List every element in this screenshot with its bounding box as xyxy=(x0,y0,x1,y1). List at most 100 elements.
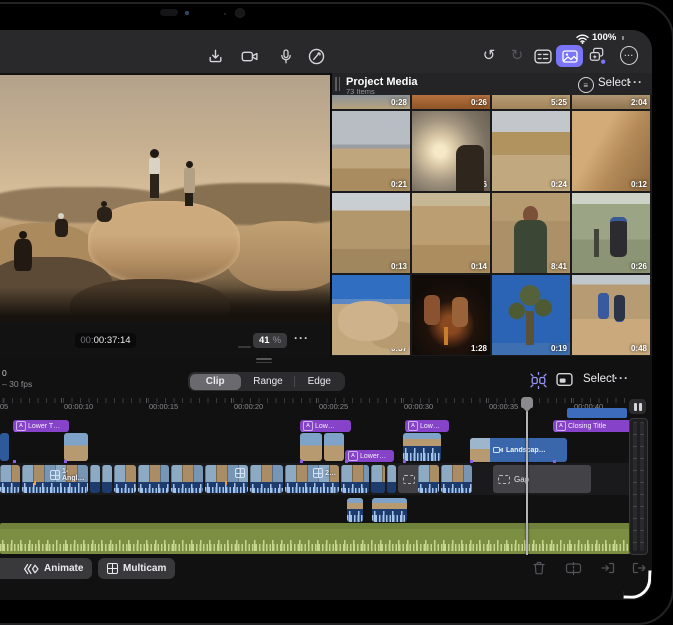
segment-edge[interactable]: Edge xyxy=(294,372,345,391)
title-badge: A xyxy=(408,421,418,431)
multicam-grid-icon xyxy=(313,468,323,478)
media-thumbnail[interactable]: 0:26 xyxy=(412,111,490,191)
inspector-icon[interactable] xyxy=(534,47,552,65)
import-icon[interactable] xyxy=(206,47,224,65)
media-thumbnail[interactable]: 0:48 xyxy=(572,275,650,355)
timeline-select-button[interactable]: Select xyxy=(583,373,615,385)
title-clip[interactable]: ALow… xyxy=(405,420,449,432)
title-clip[interactable]: ALow… xyxy=(300,420,351,432)
playhead-line xyxy=(526,410,528,555)
timeline-clip-multicam[interactable]: 1-Angl… xyxy=(22,465,88,493)
timeline-more-button[interactable]: ··· xyxy=(614,371,629,385)
split-clip-icon[interactable] xyxy=(565,560,581,576)
timeline-clip[interactable] xyxy=(441,465,472,493)
enhance-clip-icon[interactable] xyxy=(529,371,548,395)
animate-button[interactable]: Animate xyxy=(14,558,92,579)
timeline-gap-clip[interactable]: Gap xyxy=(493,465,591,493)
browser-more-button[interactable]: ··· xyxy=(628,75,643,89)
filter-icon[interactable]: ≡ xyxy=(578,77,594,93)
timeline-resize-handle[interactable] xyxy=(256,358,272,360)
timeline-vertical-scrollbar[interactable] xyxy=(629,418,648,555)
timeline-clip[interactable] xyxy=(102,465,112,493)
timeline-resize-handle[interactable] xyxy=(256,362,272,364)
timeline-clip-multicam[interactable]: 2… xyxy=(285,465,339,493)
title-clip[interactable]: AClosing Title xyxy=(553,420,631,432)
timeline-clip[interactable] xyxy=(387,465,396,493)
device-corner-highlight xyxy=(624,570,652,600)
media-thumbnail[interactable]: 5:25 xyxy=(492,95,570,109)
multicam-button[interactable]: Multicam xyxy=(98,558,175,579)
timeline-clip[interactable] xyxy=(250,465,283,493)
timecode-display[interactable]: 00:00:37:14 xyxy=(75,333,136,348)
timeline-clip-multicam[interactable] xyxy=(205,465,248,493)
ruler-label: 00:00:10 xyxy=(64,402,93,411)
media-thumbnail[interactable]: 0:24 xyxy=(492,111,570,191)
bezel-mic xyxy=(224,13,226,15)
viewer-more-button[interactable]: ··· xyxy=(294,331,309,345)
segment-range[interactable]: Range xyxy=(242,372,293,391)
browser-drag-bar[interactable] xyxy=(339,77,341,91)
viewer-video-frame[interactable] xyxy=(0,75,330,322)
more-icon[interactable]: ··· xyxy=(620,46,638,64)
timeline-clip[interactable] xyxy=(138,465,169,493)
insert-clip-icon[interactable] xyxy=(600,560,616,576)
media-thumbnail[interactable]: 2:04 xyxy=(572,95,650,109)
timeline-clip[interactable] xyxy=(0,465,20,493)
timeline-clip[interactable] xyxy=(90,465,100,493)
timeline-clip[interactable] xyxy=(114,465,136,493)
timeline-clip[interactable] xyxy=(418,465,439,493)
browser-drag-bar[interactable] xyxy=(335,77,337,91)
connected-clip[interactable] xyxy=(300,433,322,461)
wifi-icon xyxy=(576,34,589,44)
undo-icon[interactable]: ↺ xyxy=(480,46,498,64)
media-browser-panel: Project Media 73 Items ≡ Select ··· 0:28… xyxy=(332,73,652,356)
edit-mode-segmented-control: Clip Range Edge xyxy=(188,372,345,391)
ruler-label: 00:00:35 xyxy=(489,402,518,411)
connected-clip-below[interactable] xyxy=(347,498,363,522)
redo-icon[interactable]: ↻ xyxy=(508,46,526,64)
rocks xyxy=(226,221,330,291)
media-thumbnail[interactable]: 0:19 xyxy=(492,275,570,355)
media-thumbnail[interactable]: 0:26 xyxy=(572,193,650,273)
person-standing-right xyxy=(184,161,195,206)
media-thumbnail[interactable]: 0:21 xyxy=(332,111,410,191)
ruler-range-bar[interactable] xyxy=(567,408,627,418)
viewer-resize-handle[interactable] xyxy=(238,346,251,348)
timeline-clip[interactable] xyxy=(171,465,203,493)
overlay-clip-icon[interactable] xyxy=(556,372,573,392)
media-thumbnail[interactable]: 0:14 xyxy=(412,193,490,273)
timeline-clip[interactable] xyxy=(341,465,369,493)
media-thumbnail[interactable]: 8:41 xyxy=(492,193,570,273)
delete-icon[interactable] xyxy=(531,560,547,576)
title-clip[interactable]: ALower… xyxy=(345,450,394,462)
media-thumbnail[interactable]: 0:37 xyxy=(332,275,410,355)
media-thumbnail[interactable]: 1:28 xyxy=(412,275,490,355)
connected-clip-below[interactable] xyxy=(372,498,407,522)
gap-icon xyxy=(403,475,415,484)
media-browser-icon[interactable] xyxy=(556,45,583,67)
connected-clip-landscape[interactable]: Landscap… xyxy=(470,438,567,462)
track-height-button[interactable] xyxy=(629,399,646,414)
media-thumbnail[interactable]: 0:28 xyxy=(332,95,410,109)
audio-music-clip[interactable] xyxy=(0,523,630,554)
title-clip[interactable]: ALower T… xyxy=(13,420,69,432)
mic-icon[interactable] xyxy=(277,47,295,65)
timeline-ruler[interactable] xyxy=(0,398,630,403)
media-thumbnail[interactable]: 0:26 xyxy=(412,95,490,109)
connected-clip[interactable] xyxy=(403,433,441,461)
browser-select-button[interactable]: Select xyxy=(598,77,630,89)
media-thumbnail[interactable]: 0:12 xyxy=(572,111,650,191)
connected-clip[interactable] xyxy=(324,433,344,461)
project-title-fragment: 0 xyxy=(2,368,7,378)
effects-icon[interactable] xyxy=(588,46,606,64)
zoom-level-button[interactable]: 41% xyxy=(253,333,287,348)
connected-clip[interactable] xyxy=(0,433,9,461)
playhead-handle[interactable] xyxy=(521,397,533,408)
timeline-clip[interactable] xyxy=(371,465,385,493)
pencil-icon[interactable] xyxy=(307,47,325,65)
media-thumbnail[interactable]: 0:13 xyxy=(332,193,410,273)
connected-clip[interactable] xyxy=(64,433,88,461)
battery-percent: 100% xyxy=(592,32,616,43)
camera-icon[interactable] xyxy=(241,47,259,65)
segment-clip[interactable]: Clip xyxy=(190,374,241,390)
